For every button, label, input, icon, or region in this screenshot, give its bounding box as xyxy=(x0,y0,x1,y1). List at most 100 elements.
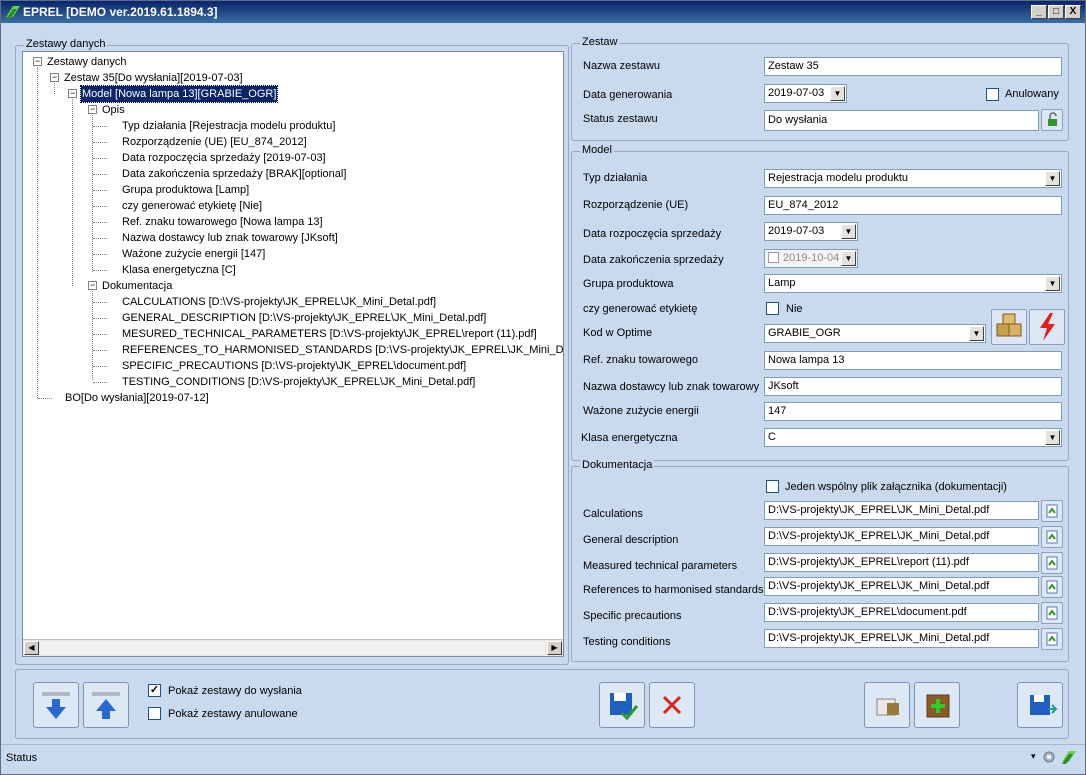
nazwa-zestawu-input[interactable]: Zestaw 35 xyxy=(764,57,1062,76)
tree-connector xyxy=(93,302,107,303)
typ-dzialania-select[interactable]: Rejestracja modelu produktu ▼ xyxy=(764,169,1062,188)
save-button[interactable] xyxy=(599,682,645,728)
anulowany-checkbox[interactable] xyxy=(986,88,999,101)
tree-leaf-doc[interactable]: GENERAL_DESCRIPTION [D:\VS-projekty\JK_E… xyxy=(122,310,486,326)
save-exit-button[interactable] xyxy=(1017,682,1063,728)
dropdown-arrow-icon[interactable]: ▼ xyxy=(830,86,845,101)
tree-node-label: Opis xyxy=(102,104,125,116)
tree-leaf-doc[interactable]: REFERENCES_TO_HARMONISED_STANDARDS [D:\V… xyxy=(122,342,563,358)
nazwa-dostawcy-input[interactable]: JKsoft xyxy=(764,377,1062,396)
dropdown-arrow-icon[interactable]: ▼ xyxy=(841,251,856,266)
tree-connector xyxy=(93,158,107,159)
tree-node-bo[interactable]: BO[Do wysłania][2019-07-12] xyxy=(65,390,209,406)
horizontal-scrollbar[interactable]: ◀ ▶ xyxy=(23,639,563,656)
tree-leaf-doc[interactable]: MESURED_TECHNICAL_PARAMETERS [D:\VS-proj… xyxy=(122,326,537,342)
move-down-button[interactable] xyxy=(33,682,79,728)
dropdown-arrow-icon[interactable]: ▼ xyxy=(1045,276,1060,291)
tree-leaf-opis[interactable]: Ważone zużycie energii [147] xyxy=(122,246,265,262)
doc-measured-browse-button[interactable] xyxy=(1041,552,1063,574)
dropdown-arrow-icon[interactable]: ▼ xyxy=(1045,430,1060,445)
pokaz-do-wyslania-label: Pokaż zestawy do wysłania xyxy=(168,685,302,697)
tree-leaf-doc[interactable]: CALCULATIONS [D:\VS-projekty\JK_EPREL\JK… xyxy=(122,294,436,310)
tree-leaf-opis[interactable]: czy generować etykietę [Nie] xyxy=(122,198,262,214)
tree-leaf-opis[interactable]: Grupa produktowa [Lamp] xyxy=(122,182,249,198)
close-button[interactable]: X xyxy=(1065,5,1081,19)
cancel-button[interactable] xyxy=(649,682,695,728)
wspolny-plik-checkbox[interactable] xyxy=(766,480,779,493)
ref-znaku-input[interactable]: Nowa lampa 13 xyxy=(764,351,1062,370)
generowac-etykiete-checkbox[interactable] xyxy=(766,302,779,315)
minimize-button[interactable]: _ xyxy=(1031,5,1047,19)
doc-precautions-label: Specific precautions xyxy=(583,610,682,622)
tree-connector xyxy=(93,270,107,271)
zestaw-group-legend: Zestaw xyxy=(580,36,620,48)
doc-general-browse-button[interactable] xyxy=(1041,526,1063,548)
collapse-icon[interactable]: − xyxy=(33,57,42,66)
tree-leaf-doc[interactable]: SPECIFIC_PRECAUTIONS [D:\VS-projekty\JK_… xyxy=(122,358,466,374)
collapse-icon[interactable]: − xyxy=(50,73,59,82)
doc-testing-browse-button[interactable] xyxy=(1041,628,1063,650)
doc-calculations-browse-button[interactable] xyxy=(1041,500,1063,522)
data-rozpoczecia-picker[interactable]: 2019-07-03 ▼ xyxy=(764,222,858,241)
data-zakonczenia-picker[interactable]: 2019-10-04 ▼ xyxy=(764,249,858,268)
data-rozpoczecia-value: 2019-07-03 xyxy=(768,225,825,237)
status-zestawu-label: Status zestawu xyxy=(583,113,658,125)
data-zakonczenia-checkbox[interactable] xyxy=(768,252,779,263)
data-generowania-picker[interactable]: 2019-07-03 ▼ xyxy=(764,84,847,103)
doc-calculations-label: Calculations xyxy=(583,508,643,520)
collapse-icon[interactable]: − xyxy=(68,89,77,98)
attach-file-icon xyxy=(1046,504,1058,518)
doc-testing-label: Testing conditions xyxy=(583,636,671,648)
tree-connector xyxy=(93,222,107,223)
doc-precautions-browse-button[interactable] xyxy=(1041,602,1063,624)
doc-references-input[interactable]: D:\VS-projekty\JK_EPREL\JK_Mini_Detal.pd… xyxy=(764,577,1039,596)
rozporzadzenie-input[interactable]: EU_874_2012 xyxy=(764,196,1062,215)
tree-leaf-opis[interactable]: Data rozpoczęcia sprzedaży [2019-07-03] xyxy=(122,150,326,166)
maximize-button[interactable]: □ xyxy=(1048,5,1064,19)
dropdown-arrow-icon[interactable]: ▼ xyxy=(969,326,984,341)
optime-refresh-button[interactable] xyxy=(1029,309,1065,345)
dropdown-arrow-icon[interactable]: ▼ xyxy=(841,224,856,239)
tree-node-label: Zestawy danych xyxy=(47,56,127,68)
tree-leaf-opis[interactable]: Rozporządzenie (UE) [EU_874_2012] xyxy=(122,134,307,150)
save-check-icon xyxy=(610,693,639,721)
app-logo-icon xyxy=(6,6,20,19)
pokaz-do-wyslania-checkbox[interactable]: ✓ xyxy=(148,684,161,697)
dropdown-arrow-icon[interactable]: ▼ xyxy=(1045,171,1060,186)
status-dropdown-icon[interactable]: ▾ xyxy=(1031,751,1036,762)
tree-view[interactable]: − Zestawy danych − Zestaw 35[Do wysłania… xyxy=(22,51,564,657)
tree-connector xyxy=(93,238,107,239)
klasa-energetyczna-select[interactable]: C ▼ xyxy=(764,428,1062,447)
title-bar[interactable]: EPREL [DEMO ver.2019.61.1894.3] _ □ X xyxy=(1,1,1085,23)
tree-leaf-doc[interactable]: TESTING_CONDITIONS [D:\VS-projekty\JK_EP… xyxy=(122,374,475,390)
archive-button[interactable] xyxy=(864,682,910,728)
move-up-button[interactable] xyxy=(83,682,129,728)
doc-precautions-input[interactable]: D:\VS-projekty\JK_EPREL\document.pdf xyxy=(764,603,1039,622)
scroll-right-icon[interactable]: ▶ xyxy=(547,641,562,655)
add-package-button[interactable] xyxy=(914,682,960,728)
tree-leaf-opis[interactable]: Ref. znaku towarowego [Nowa lampa 13] xyxy=(122,214,323,230)
collapse-icon[interactable]: − xyxy=(88,105,97,114)
pokaz-anulowane-checkbox[interactable] xyxy=(148,707,161,720)
tree-leaf-opis[interactable]: Nazwa dostawcy lub znak towarowy [JKsoft… xyxy=(122,230,338,246)
doc-measured-input[interactable]: D:\VS-projekty\JK_EPREL\report (11).pdf xyxy=(764,553,1039,572)
tree-leaf-opis[interactable]: Typ działania [Rejestracja modelu produk… xyxy=(122,118,335,134)
tree-leaf-opis[interactable]: Klasa energetyczna [C] xyxy=(122,262,236,278)
grupa-produktowa-select[interactable]: Lamp ▼ xyxy=(764,274,1062,293)
tree-connector xyxy=(93,350,107,351)
optime-boxes-button[interactable] xyxy=(991,309,1027,345)
tree-connector xyxy=(93,254,107,255)
tree-connector xyxy=(93,174,107,175)
collapse-icon[interactable]: − xyxy=(88,281,97,290)
doc-testing-input[interactable]: D:\VS-projekty\JK_EPREL\JK_Mini_Detal.pd… xyxy=(764,629,1039,648)
scrollbar-thumb[interactable] xyxy=(40,641,545,655)
zuzycie-energii-input[interactable]: 147 xyxy=(764,402,1062,421)
doc-calculations-input[interactable]: D:\VS-projekty\JK_EPREL\JK_Mini_Detal.pd… xyxy=(764,501,1039,520)
doc-references-browse-button[interactable] xyxy=(1041,576,1063,598)
status-action-button[interactable] xyxy=(1041,109,1063,131)
tree-leaf-opis[interactable]: Data zakończenia sprzedaży [BRAK][option… xyxy=(122,166,346,182)
scroll-left-icon[interactable]: ◀ xyxy=(24,641,39,655)
doc-general-input[interactable]: D:\VS-projekty\JK_EPREL\JK_Mini_Detal.pd… xyxy=(764,527,1039,546)
kod-optime-select[interactable]: GRABIE_OGR ▼ xyxy=(764,324,986,343)
gear-icon[interactable] xyxy=(1041,749,1057,765)
